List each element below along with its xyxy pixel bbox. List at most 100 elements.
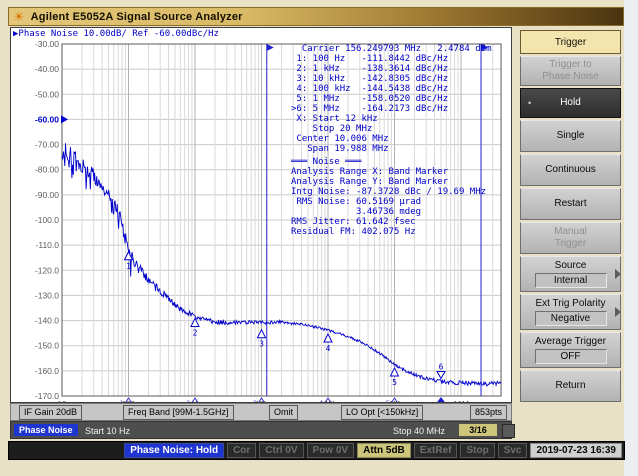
readout-line: 2: 1 kHz -138.3614 dBc/Hz [291, 64, 509, 74]
softkey-label: Source [555, 260, 587, 272]
softkey-label: Single [557, 130, 585, 142]
status-item-phase-noise-hold: Phase Noise: Hold [124, 443, 224, 458]
softkey-label: Restart [554, 198, 586, 210]
softkey-label: Return [555, 380, 585, 392]
status-item-ctrl-0v: Ctrl 0V [259, 443, 303, 458]
softkey-value: Internal [535, 273, 607, 288]
svg-text:4: 4 [326, 344, 331, 353]
softkey-restart[interactable]: Restart [520, 188, 621, 220]
svg-text:5: 5 [392, 378, 397, 387]
title-bar: ☀ Agilent E5052A Signal Source Analyzer [8, 7, 624, 26]
svg-text:5: 5 [386, 400, 390, 402]
softkey-value: Negative [535, 311, 607, 326]
softkey-return[interactable]: Return [520, 370, 621, 402]
readout-line: Span 19.988 MHz [291, 144, 509, 154]
svg-text:1: 1 [120, 400, 124, 402]
readout-line: Stop 20 MHz [291, 124, 509, 134]
readout-line: X: Start 12 kHz [291, 114, 509, 124]
readout-line: ═══ Noise ═══ [291, 157, 509, 167]
softkey-trigger-to-phase-noise: Trigger toPhase Noise [520, 56, 621, 86]
app-window: ☀ Agilent E5052A Signal Source Analyzer … [0, 0, 638, 476]
readout-line: 4: 100 kHz -144.5438 dBc/Hz [291, 84, 509, 94]
readout-line: RMS Noise: 60.5169 μrad [291, 197, 509, 207]
svg-text:3: 3 [259, 340, 264, 349]
trace-scale-label: Phase Noise 10.00dB/ Ref -60.00dBc/Hz [18, 29, 218, 39]
softkey-label: Trigger to [549, 59, 591, 71]
svg-text:-70.00: -70.00 [35, 140, 59, 150]
softkey-source[interactable]: SourceInternal [520, 256, 621, 292]
svg-text:-60.00: -60.00 [35, 114, 59, 124]
svg-text:4: 4 [319, 400, 323, 402]
selected-bullet-icon: • [528, 98, 531, 108]
submenu-arrow-icon [615, 269, 621, 279]
softkey-label: Manual [554, 226, 587, 238]
softkey-single[interactable]: Single [520, 120, 621, 152]
softkey-average-trigger[interactable]: Average TriggerOFF [520, 332, 621, 368]
readout-line: RMS Jitter: 61.642 fsec [291, 217, 509, 227]
svg-text:-170.0: -170.0 [35, 391, 59, 401]
submenu-arrow-icon [615, 307, 621, 317]
readout-line: Residual FM: 402.075 Hz [291, 227, 509, 237]
window-title: Agilent E5052A Signal Source Analyzer [31, 11, 243, 23]
svg-text:-100.0: -100.0 [35, 215, 59, 225]
sweep-start-label: Start 10 Hz [85, 426, 130, 436]
svg-text:1: 1 [126, 262, 131, 271]
info-field-freq-band-99m-1-5ghz: Freq Band [99M-1.5GHz] [123, 405, 234, 420]
readout-line: Analysis Range X: Band Marker [291, 167, 509, 177]
instrument-status-bar: Phase Noise: HoldCorCtrl 0V Pow 0VAttn 5d… [8, 441, 625, 460]
status-item-svc: Svc [498, 443, 528, 458]
info-field-lo-opt-150khz: LO Opt [<150kHz] [341, 405, 423, 420]
readout-line: 1: 100 Hz -111.8442 dBc/Hz [291, 54, 509, 64]
softkey-value: OFF [535, 349, 607, 364]
info-field-853pts: 853pts [470, 405, 507, 420]
marker-readout-block: Carrier 156.249793 MHz 2.4784 dBm 1: 100… [291, 44, 509, 237]
scroll-handle[interactable] [502, 424, 515, 438]
readout-line: Analysis Range Y: Band Marker [291, 177, 509, 187]
menu-title: Trigger [520, 30, 621, 54]
sweep-stop-label: Stop 40 MHz [393, 426, 445, 436]
svg-text:-50.00: -50.00 [35, 89, 59, 99]
softkey-menu: Trigger Trigger toPhase Noise • Hold Single… [520, 30, 621, 404]
phase-noise-graph-panel: -30.00-40.00-50.00-60.00-70.00-80.00-90.… [10, 27, 512, 403]
status-item-cor: Cor [227, 443, 256, 458]
readout-line: 5: 1 MHz -158.0520 dBc/Hz [291, 94, 509, 104]
svg-text:-30.00: -30.00 [35, 39, 59, 49]
status-item-extref: ExtRef [414, 443, 458, 458]
svg-text:1M: 1M [389, 400, 400, 402]
softkey-label: Average Trigger [535, 336, 606, 348]
status-item-pow-0v: Pow 0V [307, 443, 355, 458]
svg-text:2: 2 [193, 328, 198, 337]
info-field-if-gain-20db: IF Gain 20dB [19, 405, 82, 420]
info-field-omit: Omit [269, 405, 298, 420]
mode-badge: Phase Noise [14, 424, 78, 436]
softkey-continuous[interactable]: Continuous [520, 154, 621, 186]
agilent-spark-icon: ☀ [13, 10, 25, 23]
readout-line: 3.46736 mdeg [291, 207, 509, 217]
softkey-label: Phase Noise [542, 71, 599, 83]
svg-text:10M: 10M [453, 400, 469, 402]
status-item-attn-5db: Attn 5dB [357, 443, 411, 458]
measurement-info-bar: IF Gain 20dB Freq Band [99M-1.5GHz] Omit LO… [10, 403, 512, 421]
trace-header: ▶Phase Noise 10.00dB/ Ref -60.00dBc/Hz [13, 29, 219, 39]
status-item-stop: Stop [460, 443, 494, 458]
readout-line: 3: 10 kHz -142.8305 dBc/Hz [291, 74, 509, 84]
softkey-label: Hold [560, 97, 581, 109]
page-indicator: 3/16 [459, 424, 497, 436]
svg-text:-120.0: -120.0 [35, 265, 59, 275]
readout-line: Intg Noise: -87.3728 dBc / 19.69 MHz [291, 187, 509, 197]
svg-text:-160.0: -160.0 [35, 366, 59, 376]
svg-text:-40.00: -40.00 [35, 64, 59, 74]
readout-line: >6: 5 MHz -164.2173 dBc/Hz [291, 104, 509, 114]
softkey-hold[interactable]: • Hold [520, 88, 621, 118]
svg-text:-140.0: -140.0 [35, 316, 59, 326]
svg-text:6: 6 [439, 362, 444, 371]
svg-text:100: 100 [122, 400, 136, 402]
svg-text:-80.00: -80.00 [35, 165, 59, 175]
status-item-2019-07-23-16-39: 2019-07-23 16:39 [530, 443, 622, 458]
softkey-label: Trigger [555, 238, 586, 250]
svg-text:10: 10 [58, 400, 67, 402]
softkey-label: Continuous [545, 164, 596, 176]
softkey-ext-trig-polarity[interactable]: Ext Trig PolarityNegative [520, 294, 621, 330]
svg-text:-130.0: -130.0 [35, 290, 59, 300]
softkey-manual-trigger: ManualTrigger [520, 222, 621, 254]
